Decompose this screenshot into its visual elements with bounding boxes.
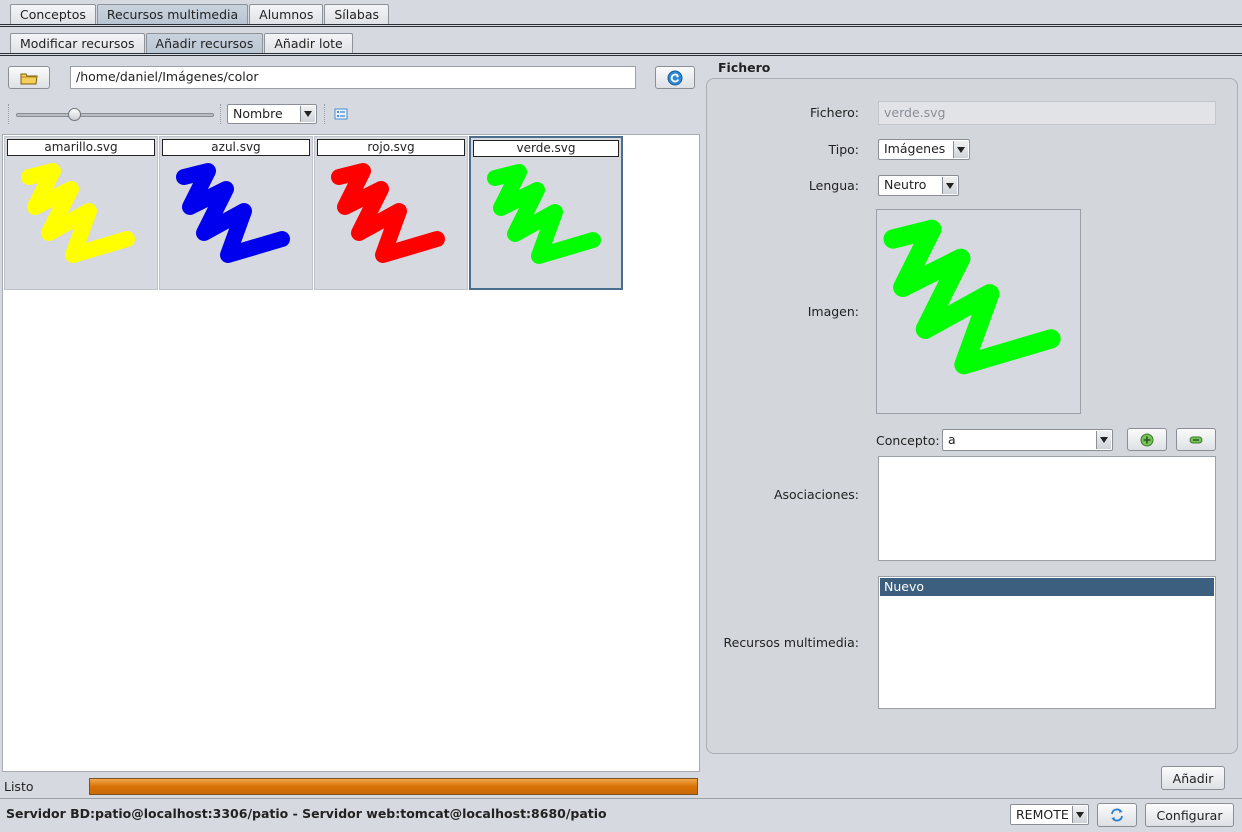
chevron-down-icon bbox=[942, 177, 957, 194]
image-preview-box bbox=[876, 209, 1081, 414]
zoom-slider-thumb[interactable] bbox=[68, 108, 81, 121]
lengua-select[interactable]: Neutro bbox=[878, 175, 959, 196]
concepto-select-value: a bbox=[948, 432, 956, 447]
add-concept-button[interactable] bbox=[1127, 428, 1167, 451]
list-item-selected[interactable]: Nuevo bbox=[880, 578, 1214, 596]
zoom-slider-track[interactable] bbox=[16, 113, 214, 117]
chevron-down-icon bbox=[1096, 431, 1111, 449]
lengua-label: Lengua: bbox=[808, 178, 859, 193]
tab-anadir-lote[interactable]: Añadir lote bbox=[264, 33, 353, 53]
recursos-list[interactable]: Nuevo bbox=[878, 576, 1216, 709]
reload-icon bbox=[667, 70, 683, 85]
main-tabs-divider bbox=[0, 24, 1242, 27]
refresh-path-button[interactable] bbox=[655, 66, 695, 89]
tab-silabas[interactable]: Sílabas bbox=[324, 4, 390, 24]
mode-select[interactable]: REMOTE bbox=[1010, 804, 1089, 825]
thumbnail-item-selected[interactable]: verde.svg bbox=[469, 136, 623, 290]
image-preview bbox=[487, 164, 601, 264]
remove-concept-button[interactable] bbox=[1176, 428, 1216, 451]
image-preview bbox=[883, 219, 1061, 375]
plus-icon bbox=[1140, 433, 1154, 446]
toolbar-grip bbox=[8, 104, 10, 124]
toolbar-separator-2 bbox=[324, 104, 326, 124]
chevron-down-icon bbox=[300, 106, 315, 122]
sub-tabs-divider bbox=[0, 53, 1242, 56]
image-preview bbox=[331, 163, 445, 263]
tipo-select[interactable]: Imágenes bbox=[878, 139, 970, 160]
zigzag-shape bbox=[176, 163, 290, 263]
thumbnail-grid: amarillo.svg azul.svg rojo.svg verde.svg bbox=[2, 134, 700, 772]
thumbnail-caption: amarillo.svg bbox=[7, 139, 155, 156]
view-details-button[interactable] bbox=[333, 106, 349, 122]
zigzag-shape bbox=[487, 164, 601, 264]
thumbnail-item[interactable]: rojo.svg bbox=[314, 136, 468, 290]
path-input[interactable]: /home/daniel/Imágenes/color bbox=[70, 66, 636, 89]
chevron-down-icon bbox=[1072, 806, 1087, 823]
toolbar-separator bbox=[220, 104, 222, 124]
asociaciones-list[interactable] bbox=[878, 456, 1216, 561]
zigzag-shape bbox=[331, 163, 445, 263]
zigzag-shape bbox=[883, 219, 1061, 375]
image-preview bbox=[176, 163, 290, 263]
main-tabs: Conceptos Recursos multimedia Alumnos Sí… bbox=[0, 4, 390, 24]
configure-button[interactable]: Configurar bbox=[1145, 803, 1234, 827]
thumbnail-item[interactable]: azul.svg bbox=[159, 136, 313, 290]
thumbnail-caption: verde.svg bbox=[473, 140, 619, 157]
thumbnail-caption: azul.svg bbox=[162, 139, 310, 156]
progress-bar bbox=[89, 778, 698, 795]
sub-tabs: Modificar recursos Añadir recursos Añadi… bbox=[0, 33, 354, 53]
recursos-label: Recursos multimedia: bbox=[723, 635, 860, 650]
sort-select[interactable]: Nombre bbox=[227, 104, 317, 124]
concepto-label: Concepto: bbox=[876, 433, 940, 448]
minus-icon bbox=[1189, 436, 1203, 443]
sync-button[interactable] bbox=[1097, 803, 1137, 827]
panel-title: Fichero bbox=[718, 60, 771, 75]
tipo-select-value: Imágenes bbox=[884, 141, 946, 156]
concepto-select[interactable]: a bbox=[942, 429, 1113, 451]
open-folder-button[interactable] bbox=[8, 66, 50, 89]
thumbnail-item[interactable]: amarillo.svg bbox=[4, 136, 158, 290]
sort-select-value: Nombre bbox=[233, 106, 283, 121]
tipo-label: Tipo: bbox=[828, 142, 859, 157]
folder-icon bbox=[20, 73, 38, 84]
asociaciones-label: Asociaciones: bbox=[773, 487, 859, 502]
tab-modificar-recursos[interactable]: Modificar recursos bbox=[10, 33, 145, 53]
image-preview bbox=[21, 163, 135, 263]
server-info: Servidor BD:patio@localhost:3306/patio -… bbox=[6, 806, 607, 821]
fichero-field: verde.svg bbox=[878, 101, 1216, 125]
mode-select-value: REMOTE bbox=[1016, 807, 1069, 822]
add-button[interactable]: Añadir bbox=[1161, 766, 1225, 790]
zigzag-shape bbox=[21, 163, 135, 263]
sync-icon bbox=[1111, 808, 1123, 822]
tab-alumnos[interactable]: Alumnos bbox=[249, 4, 324, 24]
status-text: Listo bbox=[4, 779, 34, 794]
lengua-select-value: Neutro bbox=[884, 177, 927, 192]
fichero-label: Fichero: bbox=[810, 105, 859, 120]
list-view-icon bbox=[334, 108, 348, 120]
tab-conceptos[interactable]: Conceptos bbox=[10, 4, 96, 24]
tab-recursos-multimedia[interactable]: Recursos multimedia bbox=[96, 4, 249, 24]
thumbnail-caption: rojo.svg bbox=[317, 139, 465, 156]
chevron-down-icon bbox=[953, 141, 968, 158]
imagen-label: Imagen: bbox=[807, 304, 859, 319]
tab-anadir-recursos[interactable]: Añadir recursos bbox=[145, 33, 264, 53]
